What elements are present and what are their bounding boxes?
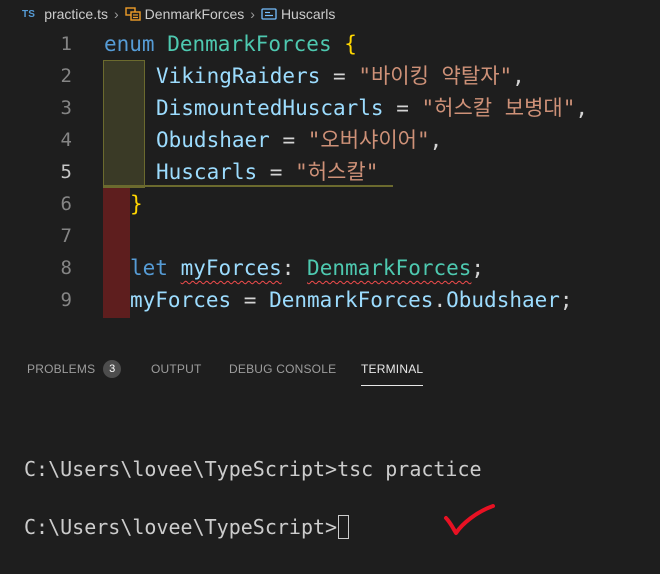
colon: : (281, 256, 308, 280)
string-literal: "바이킹 약탈자" (358, 64, 513, 88)
line-number: 7 (60, 225, 72, 247)
enum-member: Obudshaer (156, 128, 270, 152)
line-number: 2 (60, 65, 72, 87)
breadcrumb: TS practice.ts › DenmarkForces › Huscarl… (0, 0, 660, 28)
checkmark-icon (444, 504, 495, 535)
string-literal: "오버샤이어" (307, 128, 430, 152)
enum-member: Huscarls (156, 160, 258, 184)
tab-terminal[interactable]: TERMINAL (361, 352, 424, 386)
breadcrumb-file-label: practice.ts (44, 6, 108, 22)
code-line[interactable]: myForces = DenmarkForces.Obudshaer; (130, 284, 573, 316)
string-literal: "허스칼 보병대" (421, 96, 576, 120)
terminal[interactable]: C:\Users\lovee\TypeScript>tsc practice C… (0, 386, 660, 574)
tab-debug-console[interactable]: DEBUG CONSOLE (229, 352, 336, 386)
bracket-scope-highlight (103, 60, 145, 188)
breadcrumb-member[interactable]: Huscarls (261, 6, 335, 22)
variable-name: myForces (130, 288, 232, 312)
enum-member: VikingRaiders (156, 64, 321, 88)
terminal-output-line: C:\Users\lovee\TypeScript>tsc practice (24, 457, 482, 481)
code-editor[interactable]: 1 2 3 4 5 6 7 8 9 enum DenmarkForces { V… (0, 28, 660, 328)
code-line[interactable]: enum DenmarkForces { (104, 28, 357, 60)
problems-count-badge: 3 (103, 360, 122, 378)
error-scope-highlight (103, 188, 130, 318)
tab-problems[interactable]: PROBLEMS 3 (27, 352, 122, 386)
tab-label: DEBUG CONSOLE (229, 362, 337, 376)
breadcrumb-enum-label: DenmarkForces (144, 6, 245, 22)
code-line-active[interactable]: Huscarls = "허스칼" (156, 156, 378, 188)
enum-member-reference: Obudshaer (446, 288, 560, 312)
assign-operator: = (383, 96, 422, 120)
keyword-let: let (130, 256, 168, 280)
breadcrumb-enum[interactable]: DenmarkForces (124, 6, 245, 22)
code-line[interactable]: DismountedHuscarls = "허스칼 보병대", (156, 92, 588, 124)
code-line[interactable]: Obudshaer = "오버샤이어", (156, 124, 442, 156)
terminal-prompt: C:\Users\lovee\TypeScript> (24, 515, 338, 539)
tab-label: PROBLEMS (27, 362, 96, 376)
code-line[interactable]: VikingRaiders = "바이킹 약탈자", (156, 60, 525, 92)
breadcrumb-file[interactable]: TS practice.ts (22, 6, 108, 22)
semicolon: ; (471, 256, 485, 280)
assign-operator: = (320, 64, 359, 88)
line-number: 8 (60, 257, 72, 279)
line-number: 1 (60, 33, 72, 55)
comma: , (429, 128, 443, 152)
assign-operator: = (269, 128, 308, 152)
line-number: 9 (60, 289, 72, 311)
comma: , (512, 64, 525, 88)
tab-label: OUTPUT (151, 362, 202, 376)
dot: . (433, 288, 447, 312)
close-brace: } (130, 192, 143, 216)
enum-member: DismountedHuscarls (156, 96, 384, 120)
chevron-right-icon: › (114, 6, 119, 22)
semicolon: ; (559, 288, 573, 312)
assign-operator: = (231, 288, 270, 312)
line-number-active: 5 (60, 161, 72, 183)
typescript-file-icon: TS (22, 8, 36, 20)
breadcrumb-member-label: Huscarls (280, 6, 336, 22)
tab-label: TERMINAL (361, 362, 424, 376)
comma: , (575, 96, 589, 120)
terminal-prompt-line[interactable]: C:\Users\lovee\TypeScript> (24, 513, 350, 541)
type-annotation-error: DenmarkForces (307, 256, 472, 280)
tab-output[interactable]: OUTPUT (151, 352, 202, 386)
keyword-enum: enum (104, 32, 155, 56)
line-number-gutter: 1 2 3 4 5 6 7 8 9 (0, 28, 92, 328)
enum-member-icon (261, 8, 277, 20)
enum-reference: DenmarkForces (269, 288, 434, 312)
code-line[interactable]: } (130, 188, 143, 220)
open-brace: { (344, 32, 357, 56)
string-literal: "허스칼" (295, 160, 379, 184)
panel-tab-bar: PROBLEMS 3 OUTPUT DEBUG CONSOLE TERMINAL (0, 352, 660, 386)
assign-operator: = (257, 160, 296, 184)
line-number: 4 (60, 129, 72, 151)
enum-icon (124, 7, 141, 21)
line-number: 3 (60, 97, 72, 119)
line-number: 6 (60, 193, 72, 215)
code-line[interactable]: let myForces: DenmarkForces; (130, 252, 484, 284)
variable-name-error: myForces (180, 256, 282, 280)
terminal-cursor (338, 514, 350, 539)
enum-name: DenmarkForces (167, 32, 332, 56)
chevron-right-icon: › (250, 6, 255, 22)
